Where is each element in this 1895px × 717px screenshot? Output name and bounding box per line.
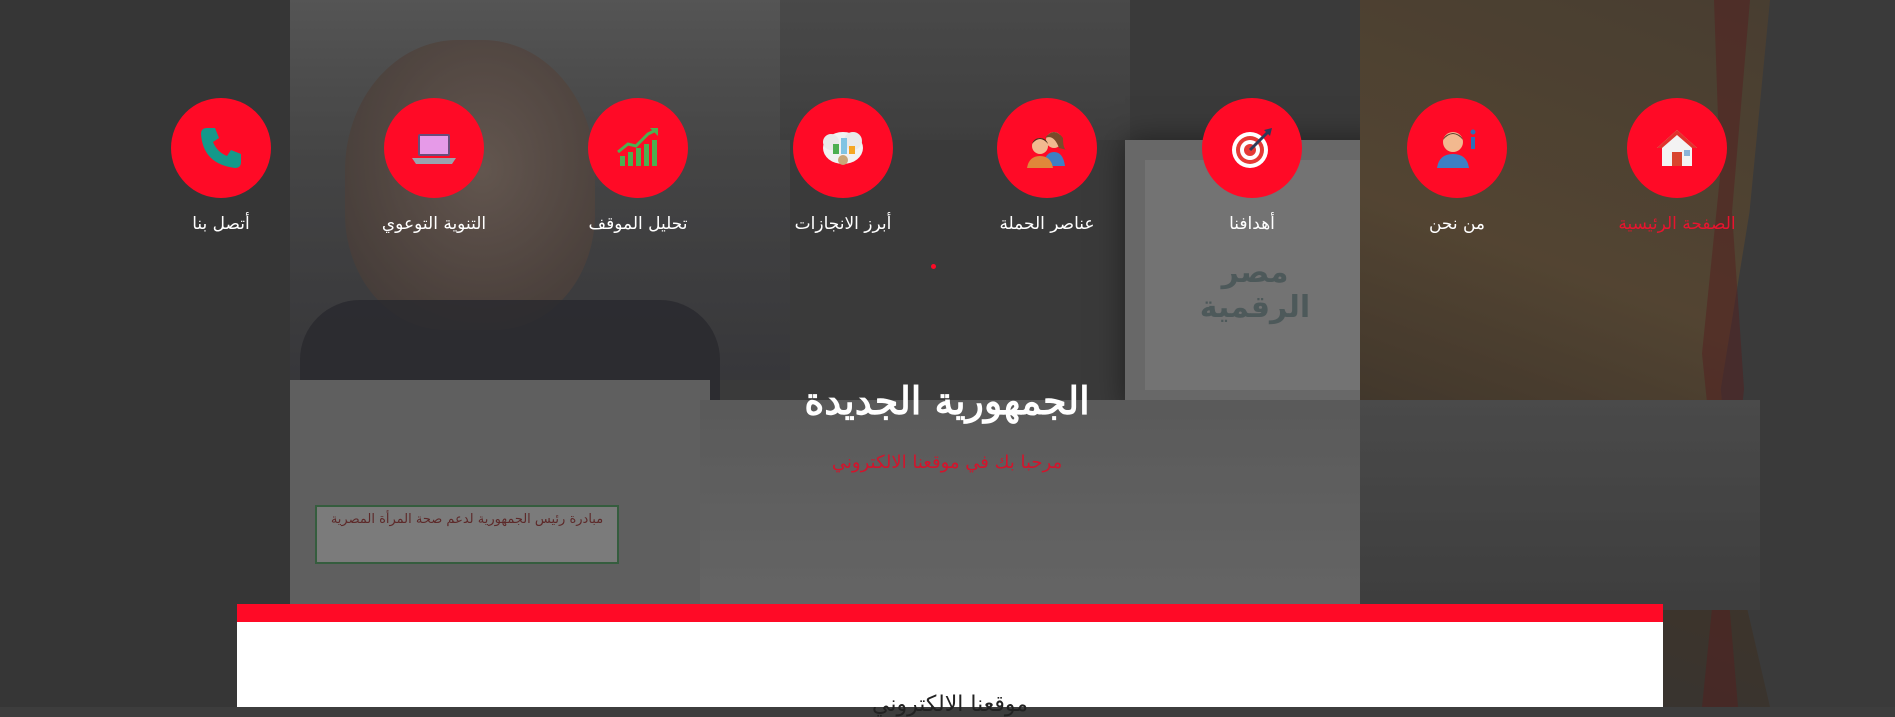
nav-circle[interactable] <box>997 98 1097 198</box>
nav-item-about[interactable]: من نحن <box>1357 98 1557 234</box>
nav-circle[interactable] <box>384 98 484 198</box>
nav-label-about: من نحن <box>1428 214 1486 234</box>
nav-label-goals: أهدافنا <box>1229 214 1275 234</box>
nav-label-contact: أتصل بنا <box>192 214 250 234</box>
phone-icon <box>201 128 241 168</box>
nav-item-contact[interactable]: أتصل بنا <box>121 98 321 234</box>
nav-circle[interactable] <box>793 98 893 198</box>
person-info-icon <box>1437 129 1476 168</box>
chart-growth-icon <box>617 128 658 166</box>
nav-circle[interactable] <box>1627 98 1727 198</box>
content-section: موقعنا الالكتروني <box>237 622 1663 717</box>
nav-circle[interactable] <box>1202 98 1302 198</box>
nav-label-awareness: التنوية التوعوي <box>381 214 487 234</box>
laptop-icon <box>412 134 456 164</box>
nav-circle[interactable] <box>588 98 688 198</box>
nav-indicator-dot <box>931 264 936 269</box>
nav-item-awareness[interactable]: التنوية التوعوي <box>334 98 534 234</box>
hero-subtitle: مرحبا بك في موقعنا الالكتروني <box>831 452 1063 473</box>
house-icon <box>1657 130 1697 166</box>
nav-label-campaign-members: عناصر الحملة <box>999 214 1095 234</box>
team-icon <box>1027 132 1067 168</box>
nav-circle[interactable] <box>171 98 271 198</box>
hero-title: الجمهورية الجديدة <box>804 378 1090 423</box>
nav-circle[interactable] <box>1407 98 1507 198</box>
nav-item-home[interactable]: الصفحة الرئيسية <box>1577 98 1777 234</box>
nav-item-situation-analysis[interactable]: تحليل الموقف <box>538 98 738 234</box>
content-heading: موقعنا الالكتروني <box>872 692 1028 717</box>
content-accent-bar <box>237 604 1663 622</box>
nav-item-achievements[interactable]: أبرز الانجازات <box>743 98 943 234</box>
nav-label-home: الصفحة الرئيسية <box>1618 214 1736 234</box>
achievements-icon <box>823 132 863 165</box>
target-icon <box>1232 128 1272 168</box>
nav-item-campaign-members[interactable]: عناصر الحملة <box>947 98 1147 234</box>
nav-item-goals[interactable]: أهدافنا <box>1152 98 1352 234</box>
nav-label-situation-analysis: تحليل الموقف <box>588 214 688 234</box>
nav-label-achievements: أبرز الانجازات <box>794 214 892 234</box>
main-nav: الصفحة الرئيسية من نحن أهدافنا عناصر الح… <box>0 0 1895 269</box>
